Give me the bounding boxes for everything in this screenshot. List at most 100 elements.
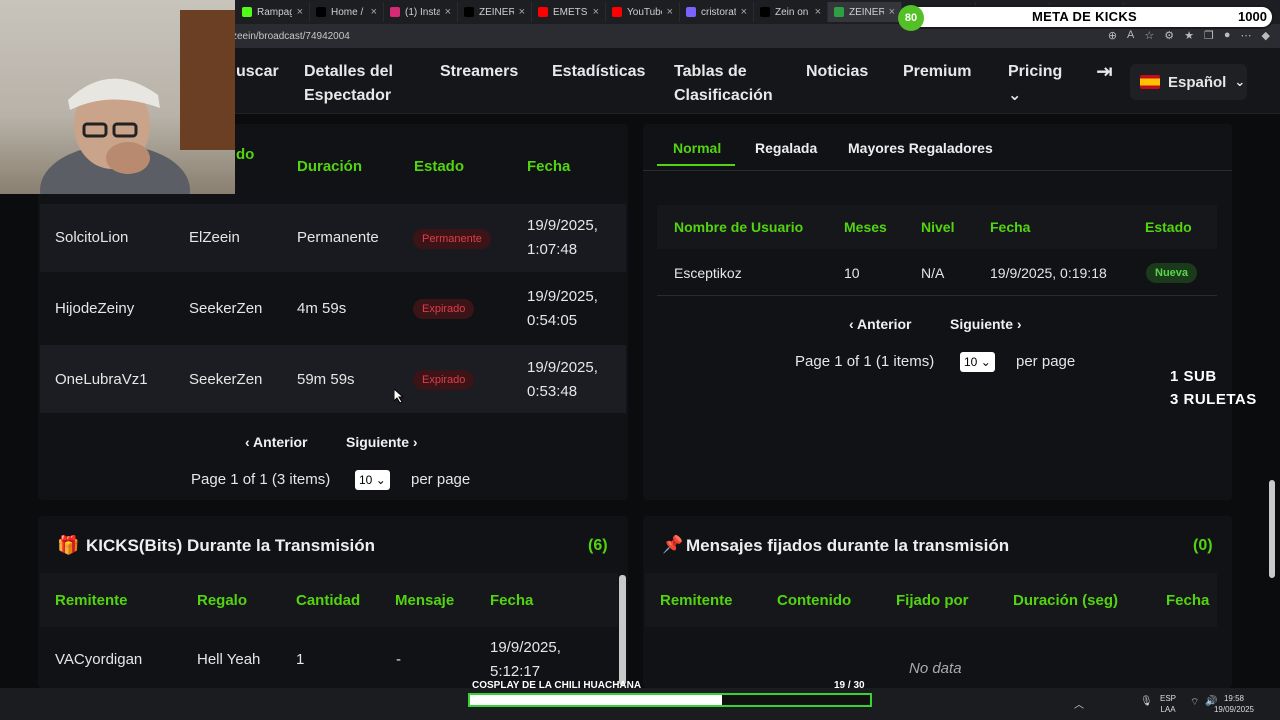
- browser-tab-label: EMETSUR: [553, 6, 588, 18]
- x-icon: [760, 7, 770, 17]
- close-icon[interactable]: ×: [889, 6, 895, 18]
- row-date: 19/9/2025, 1:07:48: [527, 217, 598, 258]
- nav-pricing[interactable]: Pricing ⌄: [1008, 60, 1062, 108]
- close-icon[interactable]: ×: [815, 6, 821, 18]
- mic-icon[interactable]: 🎙: [1140, 696, 1153, 707]
- nav-buscar[interactable]: uscar: [236, 60, 279, 84]
- browser-tab-label: ZEINER: [849, 6, 884, 18]
- page-info: Page 1 of 1 (3 items): [191, 471, 331, 488]
- language-selector[interactable]: Español ⌄: [1130, 64, 1247, 100]
- row-duration: 59m 59s: [297, 371, 355, 388]
- per-page-label: per page: [411, 471, 471, 488]
- chevron-up-icon[interactable]: ︿: [1074, 696, 1084, 711]
- screen: { "browser": { "tabs": [ {"label": "Ramp…: [0, 0, 1280, 720]
- nav-streamers[interactable]: Streamers: [440, 60, 518, 84]
- mouse-cursor-icon: [394, 389, 404, 404]
- webcam-overlay: [0, 0, 235, 194]
- progress-fill: [470, 695, 722, 705]
- next-page-button[interactable]: Siguiente ›: [950, 316, 1022, 332]
- browser-tab[interactable]: EMETSUR ×: [532, 2, 606, 22]
- col-header-fecha: Fecha: [490, 592, 534, 609]
- sub-months: 10: [844, 265, 860, 281]
- status-badge: Nueva: [1146, 263, 1198, 283]
- nav-estadisticas[interactable]: Estadísticas: [552, 60, 645, 84]
- browser-tab[interactable]: (1) Instagr ×: [384, 2, 458, 22]
- close-icon[interactable]: ×: [371, 6, 377, 18]
- browser-tab-label: YouTube: [627, 6, 662, 18]
- next-page-button[interactable]: Siguiente ›: [346, 434, 418, 450]
- collections-icon[interactable]: ❐: [1204, 29, 1214, 42]
- close-icon[interactable]: ×: [593, 6, 599, 18]
- browser-tab-label: cristorata: [701, 6, 736, 18]
- kicks-title: KICKS(Bits) Durante la Transmisión: [86, 536, 376, 555]
- browser-tab[interactable]: cristorata ×: [680, 2, 754, 22]
- login-icon[interactable]: ⇥: [1096, 60, 1113, 84]
- col-header-nivel: Nivel: [921, 219, 955, 235]
- table-scrollbar[interactable]: [619, 575, 626, 685]
- language-label: Español: [1168, 73, 1227, 91]
- profile-icon[interactable]: ●: [1224, 29, 1231, 42]
- tab-normal[interactable]: Normal: [673, 140, 721, 156]
- nav-noticias[interactable]: Noticias: [806, 60, 868, 84]
- gift-icon: 🎁: [57, 535, 80, 555]
- col-header-usuario: Nombre de Usuario: [674, 219, 804, 235]
- status-badge: Expirado: [413, 370, 475, 390]
- page-scrollbar[interactable]: [1269, 480, 1275, 578]
- progress-goal-bar: [468, 693, 872, 707]
- system-clock[interactable]: 19:58 19/09/2025: [1214, 693, 1254, 715]
- tab-mayores-regaladores[interactable]: Mayores Regaladores: [848, 140, 993, 156]
- reward-line-1: 1 SUB: [1170, 368, 1217, 385]
- kick-icon: [242, 7, 252, 17]
- more-icon[interactable]: ⋯: [1241, 29, 1252, 42]
- wifi-icon[interactable]: ⌔: [1190, 696, 1199, 709]
- row-moderator: SeekerZen: [189, 300, 263, 317]
- close-icon[interactable]: ×: [519, 6, 525, 18]
- browser-tab[interactable]: Home / X ×: [310, 2, 384, 22]
- zoom-icon[interactable]: ⊕: [1108, 29, 1117, 42]
- kick-date: 19/9/2025, 5:12:17: [490, 639, 561, 680]
- close-icon[interactable]: ×: [667, 6, 673, 18]
- read-aloud-icon[interactable]: A: [1127, 29, 1134, 42]
- kicks-goal-title: META DE KICKS: [1032, 9, 1138, 24]
- close-icon[interactable]: ×: [445, 6, 451, 18]
- col-header-fecha: Fecha: [1166, 592, 1210, 609]
- row-date: 19/9/2025, 0:53:48: [527, 359, 598, 400]
- nav-premium[interactable]: Premium: [903, 60, 971, 84]
- volume-icon[interactable]: 🔊: [1205, 696, 1217, 707]
- empty-state: No data: [909, 660, 962, 677]
- prev-page-button[interactable]: ‹ Anterior: [849, 316, 912, 332]
- sub-level: N/A: [921, 265, 945, 281]
- browser-tab[interactable]: Rampage ×: [236, 2, 310, 22]
- close-icon[interactable]: ×: [741, 6, 747, 18]
- col-header-cantidad: Cantidad: [296, 592, 361, 609]
- row-user: OneLubraVz1: [55, 371, 148, 388]
- extensions-icon[interactable]: ⚙: [1164, 29, 1174, 42]
- favorites-icon[interactable]: ★: [1184, 29, 1194, 42]
- browser-tab[interactable]: YouTube ×: [606, 2, 680, 22]
- row-user: SolcitoLion: [55, 229, 129, 246]
- x-icon: [464, 7, 474, 17]
- nav-detalles-espectador[interactable]: Detalles del Espectador: [304, 60, 393, 108]
- address-bar-icons: ⊕ A ☆ ⚙ ★ ❐ ● ⋯ ◆: [1108, 29, 1270, 42]
- browser-tab[interactable]: ZEINERS ×: [458, 2, 532, 22]
- browser-tab[interactable]: ZEINER ×: [828, 2, 902, 22]
- favorite-icon[interactable]: ☆: [1144, 29, 1154, 42]
- nav-tablas-clasificacion[interactable]: Tablas de Clasificación: [674, 60, 773, 108]
- browser-tab-label: Zein on X: [775, 6, 810, 18]
- tab-regalada[interactable]: Regalada: [755, 140, 817, 156]
- language-indicator[interactable]: ESP LAA: [1160, 693, 1176, 715]
- col-header-estado: Estado: [414, 158, 465, 175]
- pinned-title: Mensajes fijados durante la transmisión: [686, 536, 1010, 555]
- pinned-count: (0): [1193, 537, 1213, 554]
- per-page-select[interactable]: 10 ⌄: [355, 470, 390, 490]
- col-header-remitente: Remitente: [55, 592, 128, 609]
- copilot-icon[interactable]: ◆: [1262, 29, 1270, 42]
- prev-page-button[interactable]: ‹ Anterior: [245, 434, 308, 450]
- browser-tab[interactable]: Zein on X ×: [754, 2, 828, 22]
- close-icon[interactable]: ×: [297, 6, 303, 18]
- url-text[interactable]: zeein/broadcast/74942004: [232, 31, 350, 42]
- col-header-duracion: Duración: [297, 158, 363, 175]
- row-duration: 4m 59s: [297, 300, 347, 317]
- per-page-select[interactable]: 10 ⌄: [960, 352, 995, 372]
- status-badge: Expirado: [413, 299, 475, 319]
